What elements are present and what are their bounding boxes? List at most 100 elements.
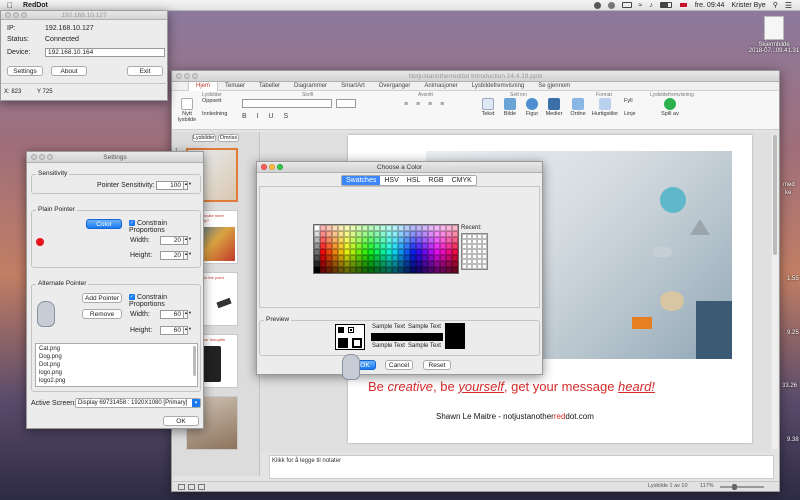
layout-button[interactable]: Oppsett <box>202 98 221 104</box>
apple-icon[interactable]:  <box>7 1 13 10</box>
quick-styles-button[interactable]: Hurtigstiler <box>590 98 620 117</box>
add-pointer-button[interactable]: Add Pointer <box>82 293 122 303</box>
height-input[interactable]: 20 <box>160 251 184 260</box>
reset-button[interactable]: Reset <box>423 360 451 370</box>
zoom-button[interactable] <box>192 73 198 79</box>
text-button[interactable]: Tekst <box>478 98 498 117</box>
settings-titlebar[interactable]: Settings <box>27 152 203 163</box>
remove-button[interactable]: Remove <box>82 309 122 319</box>
minimize-button[interactable] <box>269 164 275 170</box>
menu-user[interactable]: Krister Bye <box>731 2 765 9</box>
flag-icon[interactable] <box>678 2 688 8</box>
list-item[interactable]: logo2.png <box>39 377 194 385</box>
tab-overganger[interactable]: Overganger <box>372 82 418 91</box>
stepper-arrows-icon[interactable]: ▲▼ <box>184 251 192 260</box>
exit-button[interactable]: Exit <box>127 66 163 76</box>
recent-swatch[interactable] <box>482 264 487 269</box>
minimize-button[interactable] <box>13 12 19 18</box>
minimize-button[interactable] <box>184 73 190 79</box>
new-slide-button[interactable]: Nytt lysbilde <box>175 98 199 123</box>
close-button[interactable] <box>5 12 11 18</box>
minimize-button[interactable] <box>39 154 45 160</box>
play-button[interactable]: Spill av <box>658 98 682 117</box>
shape-button[interactable]: Figur <box>522 98 542 117</box>
close-button[interactable] <box>176 73 182 79</box>
stepper-arrows-icon[interactable]: ▲▼ <box>184 236 192 245</box>
list-item[interactable]: Dot.png <box>39 361 194 369</box>
display-icon[interactable] <box>621 2 632 8</box>
tab-rgb[interactable]: RGB <box>424 176 447 185</box>
desktop-file[interactable]: Skjermbilde 2018-07...09.41.31 <box>748 16 800 54</box>
view-sorter-icon[interactable] <box>188 484 195 490</box>
zoom-slider-thumb[interactable] <box>732 484 737 490</box>
picture-button[interactable]: Bilde <box>500 98 520 117</box>
alt-width-stepper[interactable]: 60 ▲▼ <box>160 310 192 319</box>
active-screen-select[interactable]: Display 69731458 : 1920X1080 [Primary] ▾ <box>75 398 201 408</box>
list-item[interactable]: Dog.png <box>39 353 194 361</box>
tab-hjem[interactable]: Hjem <box>188 81 219 91</box>
settings-button[interactable]: Settings <box>7 66 43 76</box>
tab-outline[interactable]: Omriss <box>217 134 239 142</box>
tab-cmyk[interactable]: CMYK <box>448 176 476 185</box>
media-button[interactable]: Medier <box>544 98 564 117</box>
close-button[interactable] <box>31 154 37 160</box>
alt-width-input[interactable]: 60 <box>160 310 184 319</box>
color-swatch[interactable] <box>452 267 458 273</box>
notification-center-icon[interactable]: ☰ <box>785 1 792 10</box>
slide-scrollbar[interactable] <box>772 135 778 449</box>
font-name-field[interactable] <box>242 99 332 108</box>
list-item[interactable]: logo.png <box>39 369 194 377</box>
about-button[interactable]: About <box>51 66 87 76</box>
tab-animasjoner[interactable]: Animasjoner <box>417 82 464 91</box>
color-dialog-titlebar[interactable]: Choose a Color <box>257 162 542 173</box>
tab-se-gjennom[interactable]: Se gjennom <box>531 82 577 91</box>
intro-button[interactable]: Innledning <box>202 111 227 117</box>
list-item[interactable]: Cat.png <box>39 345 194 353</box>
pointer-sensitivity-stepper[interactable]: 100 ▲▼ <box>156 181 192 190</box>
alt-height-stepper[interactable]: 60 ▲▼ <box>160 326 192 335</box>
zoom-button[interactable] <box>277 164 283 170</box>
line-button[interactable]: Linje <box>624 111 636 117</box>
pointer-file-list[interactable]: Cat.png Dog.png Dot.png logo.png logo2.p… <box>35 343 198 387</box>
arrange-button[interactable]: Ordne <box>568 98 588 117</box>
view-reading-icon[interactable] <box>198 484 205 490</box>
close-button[interactable] <box>261 164 267 170</box>
tab-lysbildefremvisning[interactable]: Lysbildefremvisning <box>465 82 531 91</box>
tab-temaer[interactable]: Temaer <box>218 82 252 91</box>
app-status-icon[interactable] <box>593 1 601 9</box>
zoom-button[interactable] <box>47 154 53 160</box>
cancel-button[interactable]: Cancel <box>385 360 413 370</box>
list-scrollbar[interactable] <box>193 346 196 376</box>
alt-height-input[interactable]: 60 <box>160 326 184 335</box>
color-button[interactable]: Color <box>86 219 122 229</box>
zoom-button[interactable] <box>21 12 27 18</box>
alt-constrain-checkbox[interactable]: ✓ Constrain Proportions <box>129 294 200 308</box>
tab-swatches[interactable]: Swatches <box>342 176 381 185</box>
stepper-arrows-icon[interactable]: ▲▼ <box>184 326 192 335</box>
tab-tabeller[interactable]: Tabeller <box>252 82 287 91</box>
wifi-icon[interactable]: ≈ <box>639 2 643 9</box>
spotlight-icon[interactable]: ⚲ <box>773 1 778 9</box>
ppt-titlebar[interactable]: Notjustanotherreddot Introduction 24.4.1… <box>172 71 779 82</box>
ok-button[interactable]: OK <box>163 416 199 426</box>
recent-swatch-grid[interactable] <box>461 233 488 270</box>
battery-icon[interactable] <box>659 2 672 8</box>
color-swatch-grid[interactable] <box>313 224 459 274</box>
width-stepper[interactable]: 20 ▲▼ <box>160 236 192 245</box>
tab-hsl[interactable]: HSL <box>403 176 425 185</box>
fill-button[interactable]: Fyll <box>624 98 633 104</box>
device-field[interactable]: 192.168.10.164 <box>45 48 165 57</box>
scroll-thumb[interactable] <box>773 135 777 255</box>
constrain-proportions-checkbox[interactable]: ✓ Constrain Proportions <box>129 220 200 234</box>
tab-smartart[interactable]: SmartArt <box>334 82 372 91</box>
view-normal-icon[interactable] <box>178 484 185 490</box>
notes-area[interactable]: Klikk for å legge til notater <box>269 455 774 479</box>
pointer-sensitivity-input[interactable]: 100 <box>156 181 184 190</box>
tab-slides[interactable]: Lysbilder <box>192 134 216 142</box>
reddot-titlebar[interactable]: 192.168.10.127 <box>1 11 167 20</box>
stepper-arrows-icon[interactable]: ▲▼ <box>184 181 192 190</box>
tab-hsv[interactable]: HSV <box>380 176 402 185</box>
zoom-slider[interactable] <box>720 484 764 490</box>
menu-app-name[interactable]: RedDot <box>23 2 48 9</box>
menu-clock[interactable]: fre. 09:44 <box>695 2 725 9</box>
